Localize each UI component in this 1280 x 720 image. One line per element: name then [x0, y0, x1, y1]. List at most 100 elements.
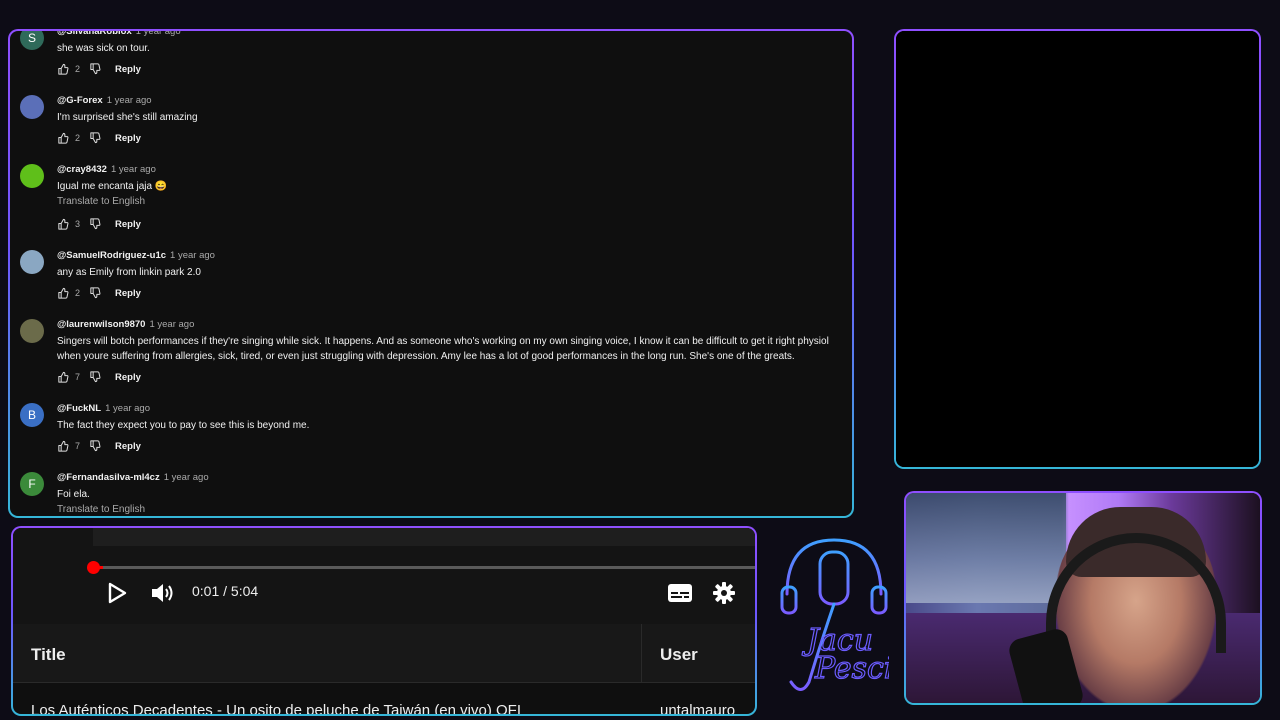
- avatar-letter: B: [27, 408, 36, 422]
- thumbs-up-icon[interactable]: [57, 218, 69, 230]
- thumbs-down-icon[interactable]: [89, 287, 101, 299]
- avatar[interactable]: [20, 250, 44, 274]
- comment-author[interactable]: @SilvanaRoblox: [57, 31, 132, 37]
- reply-button[interactable]: Reply: [115, 64, 141, 75]
- comment-meta: @G-Forex 1 year ago: [57, 95, 152, 106]
- like-count: 7: [75, 441, 81, 451]
- comment-item: @SamuelRodriguez-u1c 1 year ago any as Emi…: [10, 241, 852, 311]
- like-count: 7: [75, 372, 81, 382]
- wall-poster: [906, 493, 1066, 603]
- column-divider: [641, 624, 642, 682]
- comment-item: S @SilvanaRoblox 1 year ago she was sick on…: [10, 31, 852, 87]
- reply-button[interactable]: Reply: [115, 441, 141, 452]
- progress-bar[interactable]: [93, 566, 755, 569]
- avatar[interactable]: [20, 319, 44, 343]
- thumbs-down-icon[interactable]: [89, 218, 101, 230]
- comment-meta: @Fernandasilva-ml4cz 1 year ago: [57, 472, 209, 483]
- captions-icon[interactable]: [667, 583, 693, 603]
- comment-time[interactable]: 1 year ago: [149, 319, 194, 330]
- like-count: 3: [75, 219, 81, 229]
- comment-text: Foi ela.: [57, 489, 90, 500]
- comment-time[interactable]: 1 year ago: [136, 31, 181, 37]
- webcam-panel: [904, 491, 1262, 705]
- comment-text: The fact they expect you to pay to see t…: [57, 420, 310, 431]
- comment-meta: @SilvanaRoblox 1 year ago: [57, 31, 181, 37]
- comment-author[interactable]: @SamuelRodriguez-u1c: [57, 250, 166, 261]
- table-row-title[interactable]: Los Auténticos Decadentes - Un osito de …: [31, 702, 631, 714]
- comment-meta: @cray8432 1 year ago: [57, 164, 156, 175]
- logo-text-line2: Pesci: [814, 651, 889, 686]
- thumbs-up-icon[interactable]: [57, 287, 69, 299]
- thumbs-up-icon[interactable]: [57, 371, 69, 383]
- thumbs-up-icon[interactable]: [57, 63, 69, 75]
- thumbs-down-icon[interactable]: [89, 63, 101, 75]
- comment-item: @cray8432 1 year ago Igual me encanta jaja…: [10, 155, 852, 230]
- comments-list: S @SilvanaRoblox 1 year ago she was sick on…: [10, 31, 852, 516]
- comment-time[interactable]: 1 year ago: [105, 403, 150, 414]
- side-panel: [894, 29, 1261, 469]
- comment-actions: 7 Reply: [57, 370, 141, 384]
- gear-icon[interactable]: [712, 581, 736, 605]
- avatar[interactable]: [20, 164, 44, 188]
- volume-icon[interactable]: [150, 581, 176, 605]
- thumbs-down-icon[interactable]: [89, 371, 101, 383]
- like-count: 2: [75, 288, 81, 298]
- like-count: 2: [75, 133, 81, 143]
- play-icon[interactable]: [106, 582, 128, 604]
- reply-button[interactable]: Reply: [115, 288, 141, 299]
- comment-item: B @FuckNL 1 year ago The fact they expect y…: [10, 394, 852, 464]
- table-row-user: untalmauro: [660, 702, 736, 716]
- avatar[interactable]: B: [20, 403, 44, 427]
- reply-button[interactable]: Reply: [115, 219, 141, 230]
- comments-panel: S @SilvanaRoblox 1 year ago she was sick on…: [8, 29, 854, 518]
- column-user-header[interactable]: User: [660, 645, 698, 665]
- comment-time[interactable]: 1 year ago: [164, 472, 209, 483]
- comment-text: Singers will botch performances if they'…: [57, 336, 829, 347]
- reply-button[interactable]: Reply: [115, 372, 141, 383]
- avatar[interactable]: [20, 95, 44, 119]
- translate-link[interactable]: Translate to English: [57, 504, 145, 515]
- comment-text: Igual me encanta jaja 😄: [57, 181, 168, 192]
- avatar-letter: F: [28, 477, 36, 491]
- translate-link[interactable]: Translate to English: [57, 196, 145, 207]
- comment-actions: 7 Reply: [57, 439, 141, 453]
- comment-author[interactable]: @G-Forex: [57, 95, 103, 106]
- time-display: 0:01 / 5:04: [192, 583, 259, 599]
- video-area: [93, 528, 755, 546]
- comment-actions: 2 Reply: [57, 286, 141, 300]
- reply-button[interactable]: Reply: [115, 133, 141, 144]
- comment-author[interactable]: @cray8432: [57, 164, 107, 175]
- comment-item: @G-Forex 1 year ago I'm surprised she's st…: [10, 86, 852, 156]
- comment-item: @laurenwilson9870 1 year ago Singers will …: [10, 310, 852, 383]
- comment-time[interactable]: 1 year ago: [170, 250, 215, 261]
- column-title-header[interactable]: Title: [31, 645, 66, 665]
- comment-time[interactable]: 1 year ago: [111, 164, 156, 175]
- like-count: 2: [75, 64, 81, 74]
- comment-actions: 2 Reply: [57, 131, 141, 145]
- avatar[interactable]: S: [20, 31, 44, 50]
- comment-text: I'm surprised she's still amazing: [57, 112, 198, 123]
- comment-time[interactable]: 1 year ago: [107, 95, 152, 106]
- comment-author[interactable]: @FuckNL: [57, 403, 101, 414]
- comment-actions: 2 Reply: [57, 62, 141, 76]
- comment-meta: @SamuelRodriguez-u1c 1 year ago: [57, 250, 215, 261]
- comment-meta: @FuckNL 1 year ago: [57, 403, 150, 414]
- player-panel: 0:01 / 5:04 Title User Los Auténticos De…: [11, 526, 757, 716]
- comment-author[interactable]: @Fernandasilva-ml4cz: [57, 472, 160, 483]
- comment-author[interactable]: @laurenwilson9870: [57, 319, 145, 330]
- webcam-image: [906, 493, 1260, 703]
- avatar[interactable]: F: [20, 472, 44, 496]
- headphones-microphone-logo: Jacu Pesci: [780, 538, 889, 691]
- comment-item: F @Fernandasilva-ml4cz 1 year ago Foi ela. T…: [10, 463, 852, 516]
- comment-actions: 3 Reply: [57, 217, 141, 231]
- avatar-letter: S: [27, 31, 36, 45]
- video-controls: 0:01 / 5:04: [13, 528, 755, 624]
- thumbs-down-icon[interactable]: [89, 132, 101, 144]
- comment-meta: @laurenwilson9870 1 year ago: [57, 319, 194, 330]
- comment-text: any as Emily from linkin park 2.0: [57, 267, 201, 278]
- progress-knob[interactable]: [87, 561, 100, 574]
- thumbs-up-icon[interactable]: [57, 132, 69, 144]
- thumbs-up-icon[interactable]: [57, 440, 69, 452]
- thumbs-down-icon[interactable]: [89, 440, 101, 452]
- comment-text-line2: when youre suffering from allergies, sic…: [57, 351, 795, 362]
